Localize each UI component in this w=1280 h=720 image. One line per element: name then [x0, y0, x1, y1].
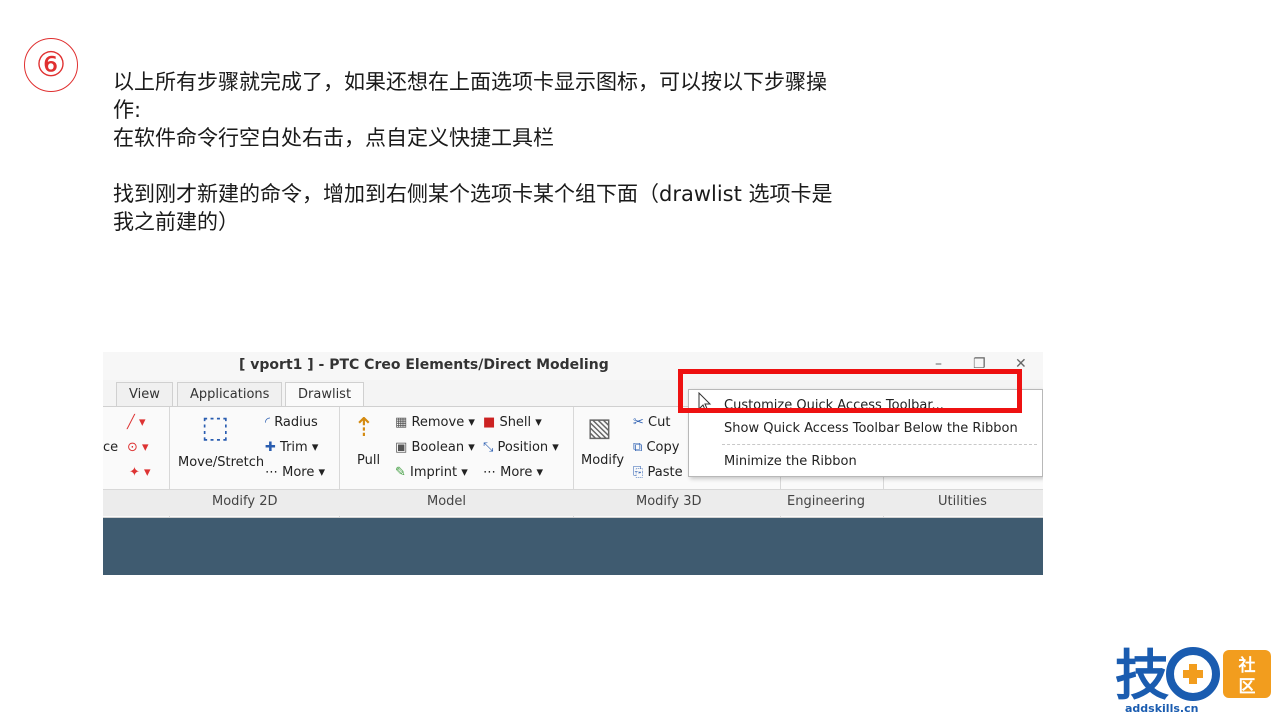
radius-label: Radius — [274, 415, 318, 430]
addskills-logo: 技 社 区 addskills.cn — [1113, 644, 1273, 720]
cut-label: Cut — [648, 415, 671, 430]
logo-url: addskills.cn — [1125, 702, 1199, 715]
tab-view[interactable]: View — [116, 382, 173, 406]
shell-button[interactable]: ■ Shell ▾ — [483, 415, 542, 430]
menu-item-minimize-ribbon[interactable]: Minimize the Ribbon — [724, 454, 857, 469]
window-title: [ vport1 ] - PTC Creo Elements/Direct Mo… — [239, 357, 609, 373]
instruction-line: 以上所有步骤就完成了，如果还想在上面选项卡显示图标，可以按以下步骤操 — [113, 70, 827, 94]
cut-button[interactable]: ✂ Cut — [633, 415, 670, 430]
instruction-line: 我之前建的） — [113, 210, 239, 234]
logo-graphic: 技 社 区 — [1115, 644, 1271, 707]
menu-item-show-toolbar-below[interactable]: Show Quick Access Toolbar Below the Ribb… — [724, 421, 1018, 436]
tab-drawlist[interactable]: Drawlist — [285, 382, 365, 406]
svg-text:社: 社 — [1238, 655, 1256, 676]
more-label: More — [282, 465, 315, 480]
group-utilities: Utilities — [938, 494, 987, 509]
shell-label: Shell — [499, 415, 532, 430]
menu-separator — [722, 444, 1037, 445]
point-tool-icon[interactable]: ✦ ▾ — [129, 465, 151, 480]
modify-button[interactable]: Modify — [581, 453, 624, 468]
modify-3d-icon[interactable]: ▧ — [587, 413, 612, 443]
radius-button[interactable]: ◜ Radius — [265, 415, 318, 430]
move-stretch-button[interactable]: Move/Stretch — [178, 455, 264, 470]
remove-button[interactable]: ▦ Remove ▾ — [395, 415, 475, 430]
circle-tool-icon[interactable]: ⊙ ▾ — [127, 440, 149, 455]
boolean-label: Boolean — [411, 440, 465, 455]
line-tool-icon[interactable]: ╱ ▾ — [127, 415, 145, 430]
paste-button[interactable]: ⎘ Paste — [633, 465, 683, 480]
step-number-badge: ⑥ — [24, 38, 78, 92]
tab-applications[interactable]: Applications — [177, 382, 283, 406]
move-stretch-icon[interactable]: ⬚ — [201, 413, 229, 443]
copy-button[interactable]: ⧉ Copy — [633, 440, 679, 455]
imprint-button[interactable]: ✎ Imprint ▾ — [395, 465, 468, 480]
more-2d-button[interactable]: ⋯ More ▾ — [265, 465, 325, 480]
group-model: Model — [427, 494, 467, 509]
instruction-text: 以上所有步骤就完成了，如果还想在上面选项卡显示图标，可以按以下步骤操 作: 在软… — [113, 68, 943, 236]
logo-char: 技 — [1115, 644, 1169, 704]
pull-icon[interactable]: ⇡ — [353, 413, 375, 443]
position-button[interactable]: ⤡ Position ▾ — [483, 440, 559, 455]
instruction-line: 在软件命令行空白处右击，点自定义快捷工具栏 — [113, 126, 554, 150]
more-model-button[interactable]: ⋯ More ▾ — [483, 465, 543, 480]
position-label: Position — [497, 440, 549, 455]
instruction-line: 作: — [113, 98, 142, 122]
partial-command-label[interactable]: ce — [103, 440, 118, 455]
boolean-button[interactable]: ▣ Boolean ▾ — [395, 440, 475, 455]
ribbon-group-labels: Modify 2D Model Modify 3D Engineering Ut… — [103, 489, 1043, 516]
highlight-box — [678, 369, 1022, 413]
paste-label: Paste — [647, 465, 683, 480]
svg-text:区: 区 — [1239, 677, 1256, 697]
group-modify-2d: Modify 2D — [212, 494, 278, 509]
pull-button[interactable]: Pull — [357, 453, 380, 468]
copy-label: Copy — [646, 440, 680, 455]
instruction-line: 找到刚才新建的命令，增加到右侧某个选项卡某个组下面（drawlist 选项卡是 — [113, 182, 833, 206]
creo-screenshot: [ vport1 ] - PTC Creo Elements/Direct Mo… — [103, 352, 1043, 575]
group-engineering: Engineering — [787, 494, 865, 509]
graphics-viewport[interactable] — [103, 518, 1043, 575]
trim-label: Trim — [280, 440, 308, 455]
more-label: More — [500, 465, 533, 480]
imprint-label: Imprint — [410, 465, 458, 480]
group-modify-3d: Modify 3D — [636, 494, 702, 509]
remove-label: Remove — [411, 415, 465, 430]
trim-button[interactable]: ✚ Trim ▾ — [265, 440, 318, 455]
